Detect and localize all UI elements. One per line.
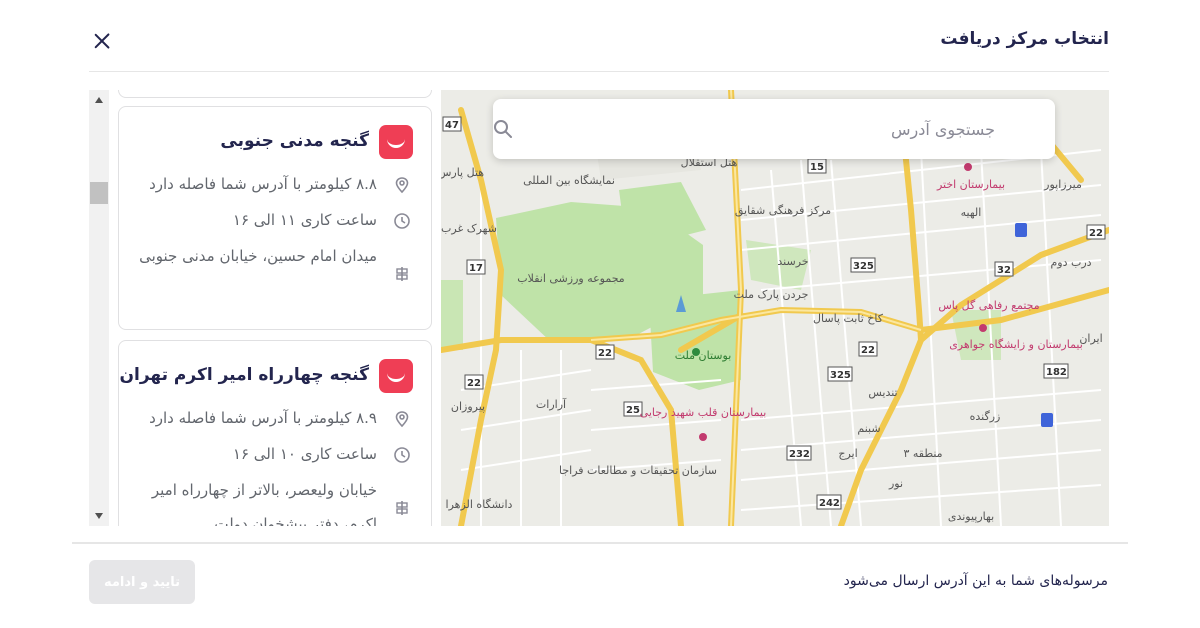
map-label: نمایشگاه بین المللی	[523, 174, 615, 187]
pickup-center-modal: انتخاب مرکز دریافت 47 15 325 22 17 32 22…	[72, 10, 1128, 628]
clock-icon	[394, 213, 410, 229]
svg-text:22: 22	[598, 348, 612, 359]
map-label: سازمان تحقیقات و مطالعات فراجا	[559, 464, 717, 477]
scroll-up-icon[interactable]	[95, 97, 103, 103]
map-label: بیمارستان اختر	[936, 178, 1005, 191]
svg-text:22: 22	[861, 345, 875, 356]
map-label: آرارات	[536, 397, 567, 411]
map-label: زرگنده	[970, 410, 1001, 423]
store-logo-icon	[379, 125, 413, 159]
map-label: میرزاپور	[1043, 178, 1082, 191]
map-label: بهارپیوندی	[948, 510, 994, 523]
scrollbar[interactable]	[89, 90, 109, 526]
modal-title: انتخاب مرکز دریافت	[940, 29, 1109, 49]
address-search-box[interactable]	[493, 99, 1055, 159]
close-icon[interactable]	[91, 30, 113, 52]
svg-text:232: 232	[789, 449, 810, 460]
signpost-icon	[396, 501, 408, 515]
map-label: هتل پارس	[441, 166, 484, 179]
map-label: منطقه ۳	[903, 447, 942, 460]
map-label: درب دوم	[1050, 256, 1091, 269]
scroll-down-icon[interactable]	[95, 513, 103, 519]
svg-text:325: 325	[830, 370, 851, 381]
scrollbar-thumb[interactable]	[90, 182, 108, 204]
footer-divider	[72, 542, 1128, 544]
footer-info: مرسوله‌های شما به این آدرس ارسال می‌شود	[843, 573, 1108, 589]
map-label: مجموعه ورزشی انقلاب	[517, 272, 625, 285]
svg-text:22: 22	[467, 378, 481, 389]
map-label: پیروزان	[451, 400, 485, 413]
store-logo-icon	[379, 359, 413, 393]
center-name: گنجه چهارراه امیر اکرم تهران	[119, 365, 370, 385]
center-distance: ۸.۹ کیلومتر با آدرس شما فاصله دارد	[149, 409, 377, 427]
search-icon[interactable]	[493, 119, 513, 139]
map-label: الهیه	[961, 206, 982, 219]
center-address: میدان امام حسین، خیابان مدنی جنوبی	[139, 247, 377, 265]
signpost-icon	[396, 267, 408, 281]
center-distance: ۸.۸ کیلومتر با آدرس شما فاصله دارد	[149, 175, 377, 193]
location-pin-icon	[395, 411, 409, 428]
map-label: بیمارستان و زایشگاه جواهری	[949, 338, 1083, 351]
svg-text:325: 325	[853, 261, 874, 272]
svg-text:22: 22	[1089, 228, 1103, 239]
map-label: خرسند	[777, 255, 808, 268]
svg-text:242: 242	[819, 498, 840, 509]
map-label: نور	[888, 477, 903, 490]
clock-icon	[394, 447, 410, 463]
center-name: گنجه مدنی جنوبی	[220, 131, 369, 151]
map-label: مرکز فرهنگی شقایق	[735, 204, 831, 218]
map-label: ایرج	[838, 447, 857, 460]
svg-text:32: 32	[997, 265, 1011, 276]
center-card[interactable]: گنجه مدنی جنوبی ۸.۸ کیلومتر با آدرس شما …	[118, 106, 432, 330]
search-input[interactable]	[555, 116, 995, 142]
svg-text:25: 25	[626, 405, 640, 416]
map-label: ایران	[1079, 332, 1102, 345]
map-label: بوستان ملت	[675, 349, 732, 362]
map-label: دانشگاه الزهرا	[446, 498, 513, 511]
center-list[interactable]: گنجه مدنی جنوبی ۸.۸ کیلومتر با آدرس شما …	[89, 90, 439, 526]
map-label: تندیس	[868, 386, 897, 399]
map-label: شبنم	[857, 422, 880, 435]
center-address: خیابان ولیعصر، بالاتر از چهارراه امیر اک…	[151, 481, 377, 526]
svg-text:17: 17	[469, 263, 483, 274]
map-view[interactable]: 47 15 325 22 17 32 22 22 325 182 22 25 2…	[441, 90, 1109, 526]
list-item[interactable]	[118, 90, 432, 98]
map-label: بیمارستان قلب شهید رجایی	[640, 406, 767, 419]
map-label: جردن پارک ملت	[734, 288, 809, 301]
map-label: مجتمع رفاهی گل پاس	[938, 299, 1039, 312]
center-hours: ساعت کاری ۱۱ الی ۱۶	[232, 211, 377, 229]
center-hours: ساعت کاری ۱۰ الی ۱۶	[232, 445, 377, 463]
center-card[interactable]: گنجه چهارراه امیر اکرم تهران ۸.۹ کیلومتر…	[118, 340, 432, 526]
location-pin-icon	[395, 177, 409, 194]
svg-text:47: 47	[445, 120, 459, 131]
map-label: شهرک غرب	[441, 222, 497, 235]
svg-text:182: 182	[1046, 367, 1067, 378]
modal-header: انتخاب مرکز دریافت	[89, 10, 1109, 72]
map-label: کاخ ثابت پاسال	[813, 312, 884, 325]
confirm-button[interactable]: تایید و ادامه	[89, 560, 195, 604]
svg-text:15: 15	[810, 162, 824, 173]
